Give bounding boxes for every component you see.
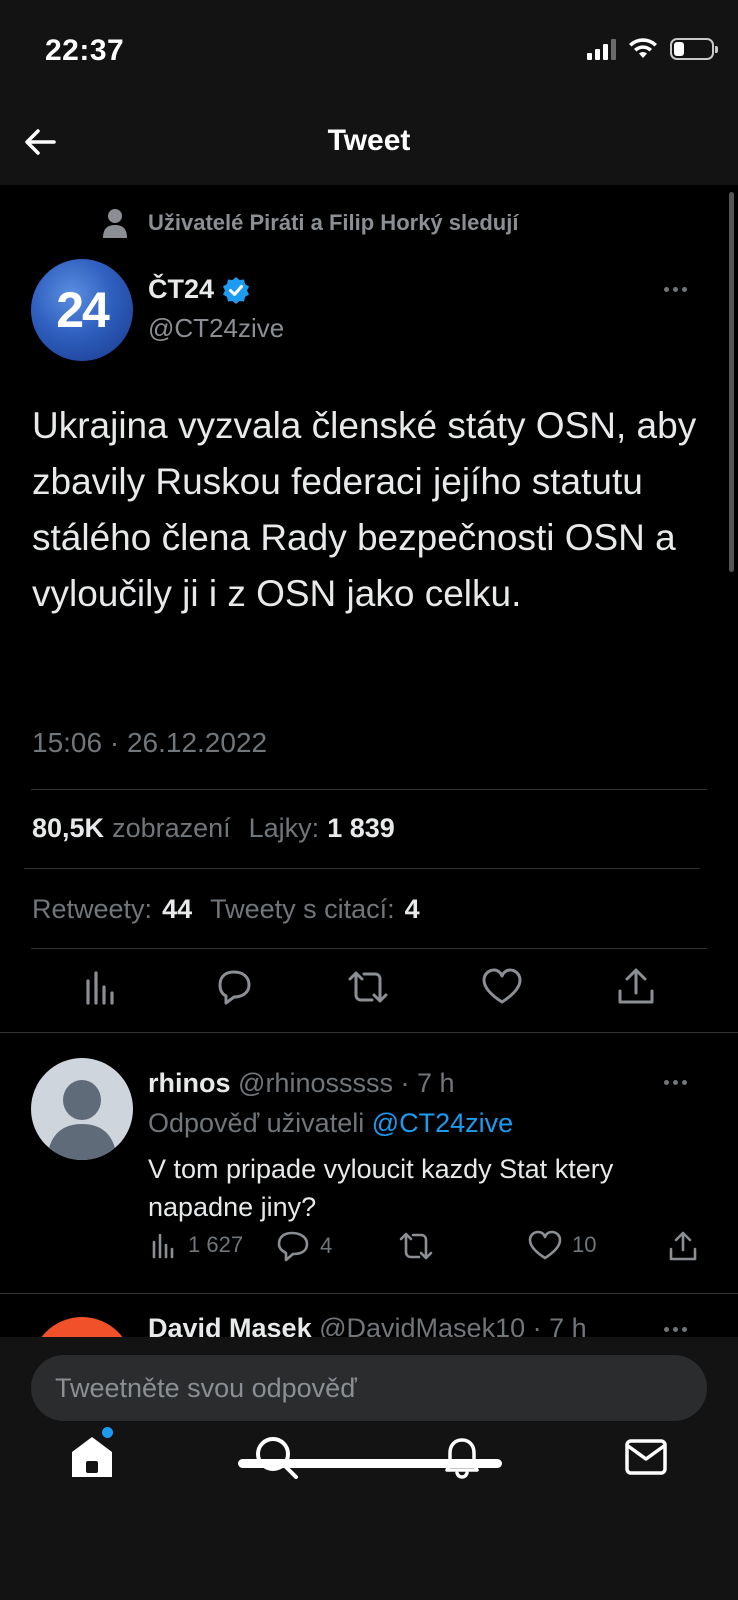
search-icon[interactable]: [251, 1432, 301, 1482]
reply-comment[interactable]: 4: [276, 1230, 332, 1262]
tweet-actions: [0, 965, 738, 1021]
scrollbar[interactable]: [729, 192, 734, 572]
quotes-count[interactable]: 4: [405, 894, 420, 925]
more-options-icon[interactable]: [664, 287, 687, 292]
battery-icon: [670, 38, 718, 60]
reply-icon: [277, 1231, 309, 1262]
reply-tweet[interactable]: David Masek @DavidMasek10 · 7 h: [0, 1293, 738, 1337]
share-icon[interactable]: [614, 965, 658, 1009]
avatar-logo-text: 24: [56, 282, 110, 338]
nav-bar: Tweet: [0, 100, 738, 185]
stats-retweets-quotes: Retweety: 44 Tweety s citací: 4: [32, 894, 420, 925]
home-icon[interactable]: [67, 1432, 117, 1482]
retweet-icon[interactable]: [346, 965, 390, 1009]
reply-text: V tom pripade vyloucit kazdy Stat ktery …: [148, 1154, 614, 1222]
views-count[interactable]: 80,5K: [32, 813, 104, 844]
reply-likes-count: 10: [572, 1232, 597, 1257]
author-info[interactable]: ČT24 @CT24zive: [148, 274, 284, 344]
new-content-indicator-dot: [102, 1427, 113, 1438]
stats-views-likes: 80,5K zobrazení Lajky: 1 839: [32, 813, 395, 844]
reply-author-handle[interactable]: @DavidMasek10: [319, 1313, 525, 1337]
reply-analytics[interactable]: 1 627: [148, 1230, 243, 1260]
like-heart-icon[interactable]: [480, 965, 524, 1009]
likes-count[interactable]: 1 839: [327, 813, 395, 844]
reply-author-name[interactable]: rhinos: [148, 1068, 231, 1098]
reply-retweet[interactable]: [398, 1230, 434, 1262]
reply-to-label: Odpověď uživateli: [148, 1108, 365, 1138]
status-bar: 22:37: [0, 0, 738, 100]
reply-icon[interactable]: [212, 965, 256, 1009]
author-handle: @CT24zive: [148, 313, 285, 343]
status-icons: [587, 38, 718, 60]
reply-comments-count: 4: [320, 1233, 333, 1258]
reply-like[interactable]: 10: [528, 1230, 596, 1260]
reply-actions: 1 627 4 10: [148, 1230, 718, 1270]
retweets-count[interactable]: 44: [162, 894, 192, 925]
status-time: 22:37: [45, 34, 125, 67]
more-options-icon[interactable]: [664, 1080, 687, 1085]
verified-badge-icon: [223, 276, 250, 304]
share-icon: [669, 1231, 697, 1261]
reply-header: rhinos @rhinosssss · 7 h: [148, 1068, 455, 1099]
retweet-icon: [399, 1232, 433, 1260]
notifications-bell-icon[interactable]: [437, 1432, 487, 1482]
reply-header: David Masek @DavidMasek10 · 7 h: [148, 1313, 587, 1337]
default-avatar-icon: [47, 1080, 117, 1160]
analytics-icon: [152, 1233, 174, 1259]
divider: [31, 789, 707, 790]
social-context[interactable]: Uživatelé Piráti a Filip Horký sledují: [102, 208, 518, 238]
reply-composer-input[interactable]: Tweetněte svou odpověď: [31, 1355, 707, 1421]
reply-avatar[interactable]: [31, 1058, 133, 1160]
reply-views-count: 1 627: [188, 1232, 244, 1257]
person-icon: [103, 209, 127, 238]
author-avatar[interactable]: 24: [31, 259, 133, 361]
divider: [31, 948, 707, 949]
more-options-icon[interactable]: [664, 1327, 687, 1332]
tab-bar: [0, 1432, 738, 1522]
cellular-signal-icon: [587, 38, 616, 60]
reply-to-handle[interactable]: @CT24zive: [372, 1108, 513, 1138]
views-label: zobrazení: [112, 813, 231, 843]
reply-author-handle[interactable]: @rhinosssss: [238, 1068, 393, 1098]
bottom-bar: Tweetněte svou odpověď: [0, 1337, 738, 1600]
reply-share[interactable]: [668, 1230, 698, 1262]
reply-avatar[interactable]: [31, 1317, 133, 1337]
retweets-label: Retweety:: [32, 894, 153, 924]
likes-label: Lajky:: [248, 813, 320, 843]
reply-time: · 7 h: [532, 1313, 587, 1337]
reply-to-line: Odpověď uživateli @CT24zive: [148, 1108, 513, 1139]
divider: [24, 868, 700, 869]
home-indicator[interactable]: [238, 1459, 502, 1468]
tweet-timestamp[interactable]: 15:06 · 26.12.2022: [32, 727, 267, 759]
messages-mail-icon[interactable]: [621, 1432, 671, 1482]
author-name: ČT24: [148, 274, 215, 304]
page-title: Tweet: [327, 124, 411, 157]
wifi-icon: [629, 38, 657, 58]
tweet-text: Ukrajina vyzvala členské státy OSN, aby …: [32, 405, 697, 614]
analytics-icon[interactable]: [78, 965, 122, 1009]
like-heart-icon: [528, 1230, 562, 1260]
composer-placeholder: Tweetněte svou odpověď: [55, 1373, 357, 1403]
social-context-text: Uživatelé Piráti a Filip Horký sledují: [148, 210, 519, 235]
quotes-label: Tweety s citací:: [210, 894, 395, 924]
reply-tweet[interactable]: rhinos @rhinosssss · 7 h Odpověď uživate…: [0, 1033, 738, 1293]
reply-author-name[interactable]: David Masek: [148, 1313, 312, 1337]
reply-time: · 7 h: [400, 1068, 455, 1098]
